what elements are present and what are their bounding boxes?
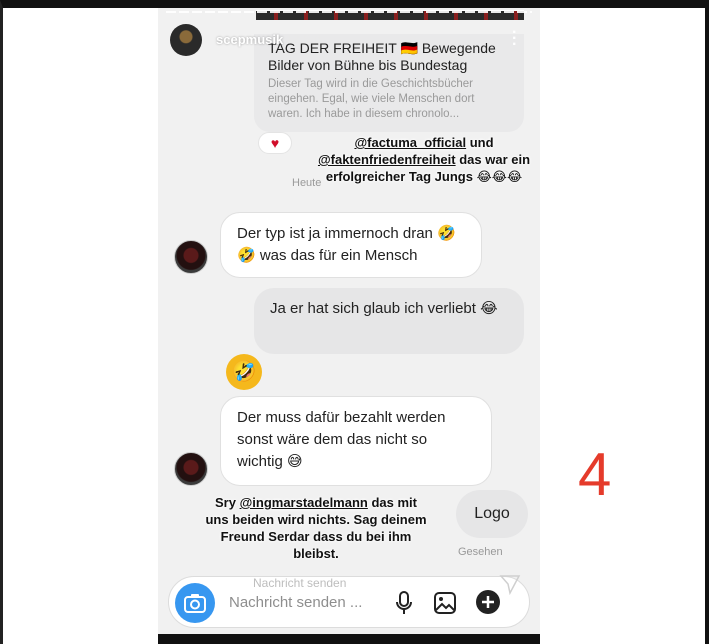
contact-avatar[interactable] <box>174 240 208 274</box>
caption-mention: @factuma_official <box>354 135 467 150</box>
phone-screen: TAG DER FREIHEIT 🇩🇪 Bewegende Bilder von… <box>158 8 540 644</box>
more-options-icon[interactable]: · · · <box>512 25 517 53</box>
send-icon[interactable] <box>499 573 521 595</box>
laughing-emoji-message[interactable]: 🤣 <box>226 354 262 390</box>
mic-icon[interactable] <box>395 591 413 615</box>
shared-post-body: Dieser Tag wird in die Geschichtsbücher … <box>268 78 475 120</box>
camera-icon <box>184 594 206 613</box>
caption-mention: @faktenfriedenfreiheit <box>317 152 456 167</box>
camera-button[interactable] <box>175 583 215 623</box>
message-composer[interactable]: Nachricht senden Nachricht senden ... <box>168 573 530 628</box>
story-username[interactable]: scepmusik <box>216 32 283 47</box>
composer-overlay-text: Nachricht senden <box>253 576 347 590</box>
story-time: 12 Std. <box>286 32 325 46</box>
heart-reaction-icon: ♥ <box>258 132 292 154</box>
story-header: scepmusik 12 Std. · · · <box>170 24 530 56</box>
story-avatar[interactable] <box>170 24 202 56</box>
caption-mention: @ingmarstadelmann <box>239 495 368 510</box>
story-caption-bottom: Sry @ingmarstadelmann das mit uns beiden… <box>202 494 430 562</box>
message-bubble-incoming[interactable]: Der muss dafür bezahlt werden sonst wäre… <box>220 396 492 486</box>
caption-text: Sry <box>215 495 240 510</box>
phone-bottom-bar <box>158 634 540 644</box>
caption-text: und <box>466 135 494 150</box>
message-bubble-incoming[interactable]: Der typ ist ja immernoch dran 🤣🤣 was das… <box>220 212 482 278</box>
story-progress-bar <box>166 11 532 13</box>
message-bubble-outgoing[interactable]: Ja er hat sich glaub ich verliebt 😂 <box>254 288 524 354</box>
message-bubble-outgoing[interactable]: Logo <box>456 490 528 538</box>
story-caption-top: @factuma_official und @faktenfriedenfrei… <box>314 134 534 185</box>
page-number: 4 <box>578 441 612 508</box>
today-label: Heute <box>292 177 322 189</box>
gallery-icon[interactable] <box>433 591 457 615</box>
sticker-icon[interactable] <box>475 589 501 615</box>
seen-status: Gesehen <box>458 546 503 558</box>
contact-avatar[interactable] <box>174 452 208 486</box>
message-input[interactable]: Nachricht senden ... <box>229 594 362 611</box>
